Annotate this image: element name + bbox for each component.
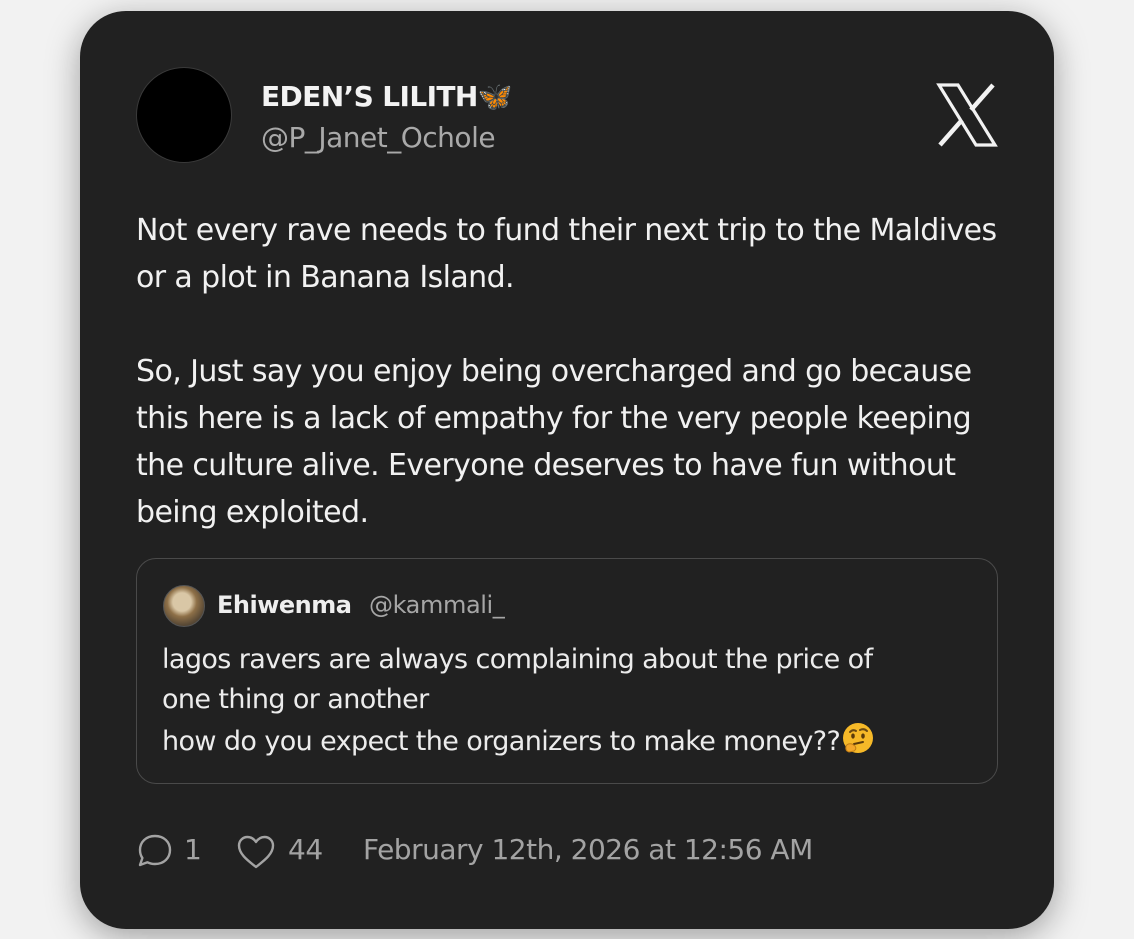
- reply-icon[interactable]: [136, 832, 174, 870]
- x-logo-icon: [936, 83, 998, 147]
- tweet-timestamp[interactable]: February 12th, 2026 at 12:56 AM: [363, 833, 813, 866]
- tweet-paragraph: Not every rave needs to fund their next …: [136, 213, 997, 295]
- author-avatar[interactable]: [136, 67, 232, 163]
- tweet-footer: 1 44 February 12th, 2026 at 12:56 AM: [136, 829, 1016, 873]
- quoted-author-avatar: [163, 585, 205, 627]
- tweet-paragraph: So, Just say you enjoy being overcharged…: [136, 354, 972, 530]
- like-count: 44: [288, 833, 323, 866]
- tweet-body: Not every rave needs to fund their next …: [136, 207, 1016, 536]
- heart-icon[interactable]: [236, 834, 276, 870]
- quoted-tweet-line: lagos ravers are always complaining abou…: [162, 644, 873, 675]
- author-handle[interactable]: @P_Janet_Ochole: [261, 121, 496, 154]
- quoted-tweet-line: how do you expect the organizers to make…: [162, 726, 841, 757]
- tweet-card: EDEN’S LILITH🦋 @P_Janet_Ochole Not every…: [80, 11, 1054, 929]
- reply-count: 1: [184, 833, 202, 866]
- author-display-name[interactable]: EDEN’S LILITH🦋: [261, 80, 513, 113]
- quoted-tweet[interactable]: Ehiwenma @kammali_ lagos ravers are alwa…: [136, 558, 998, 784]
- quoted-tweet-line: one thing or another: [162, 684, 429, 715]
- quoted-author-name: Ehiwenma: [217, 591, 352, 619]
- quoted-tweet-body: lagos ravers are always complaining abou…: [162, 640, 992, 762]
- quoted-author-handle: @kammali_: [369, 591, 505, 619]
- quoted-tweet-line-last: how do you expect the organizers to make…: [162, 720, 992, 762]
- thinking-face-icon: [843, 723, 874, 753]
